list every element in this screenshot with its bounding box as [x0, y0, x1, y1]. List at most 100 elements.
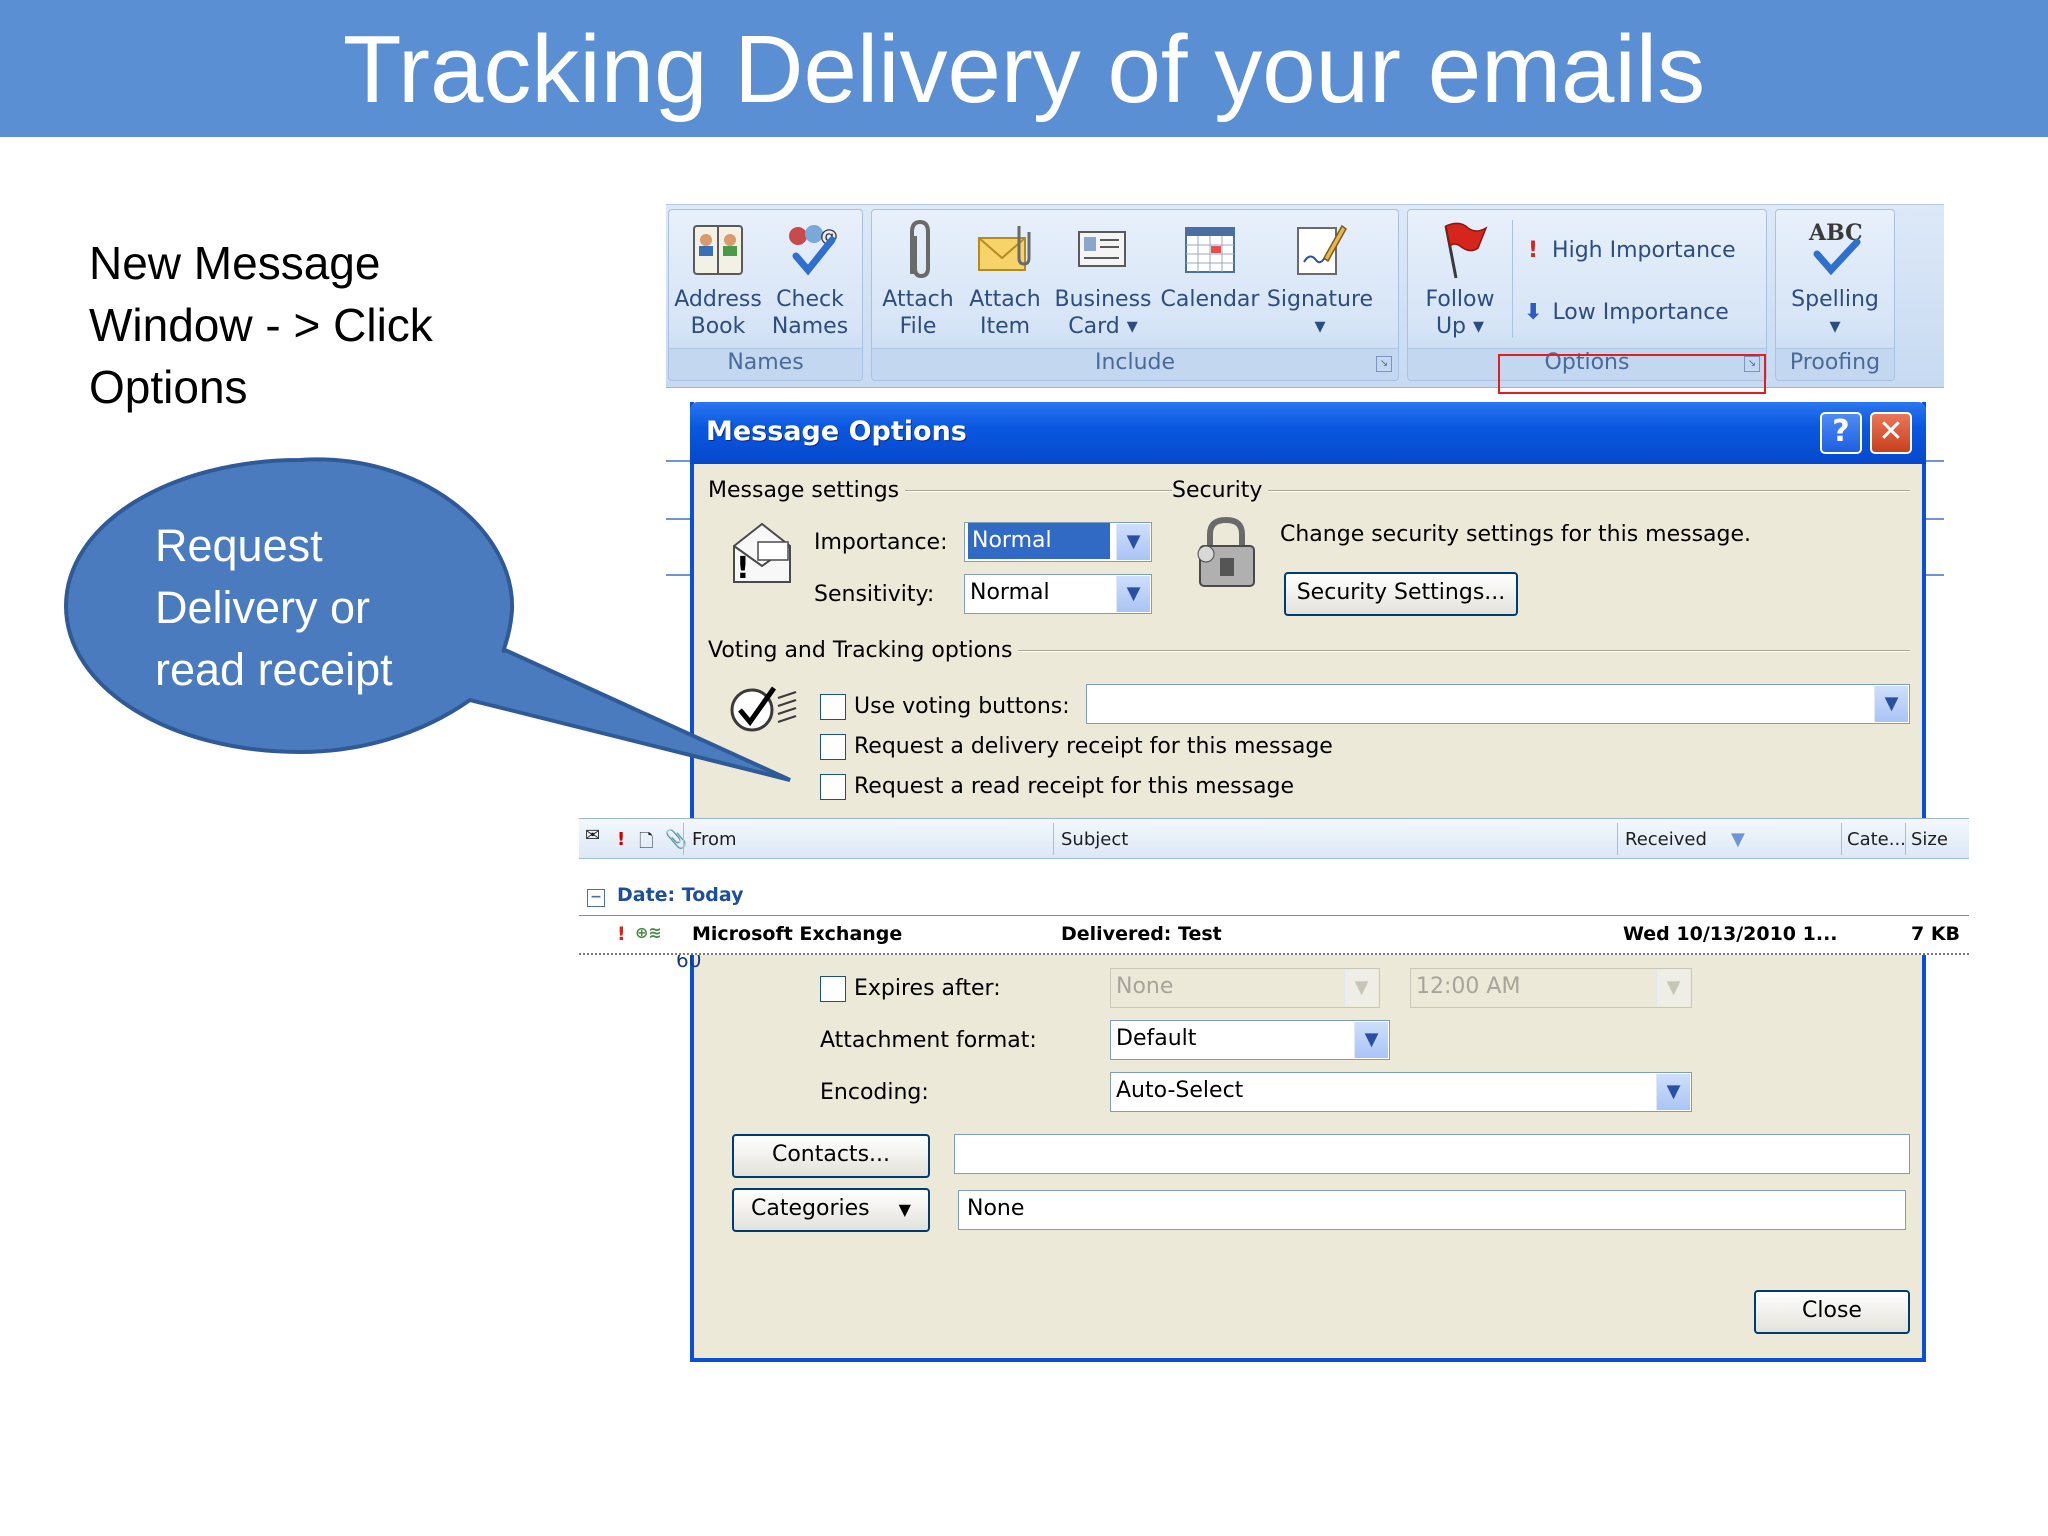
attach-file-label-2: File [899, 314, 937, 339]
attachment-column-icon: 📎 [665, 829, 688, 850]
date-group-row[interactable]: − Date: Today [587, 884, 744, 907]
spelling-label-2: ▾ [1829, 314, 1841, 339]
document-icon: 🗋 [639, 831, 654, 852]
contacts-button[interactable]: Contacts... [732, 1134, 930, 1178]
message-subject: Delivered: Test [1061, 923, 1222, 945]
close-button[interactable]: Close [1754, 1290, 1910, 1334]
business-card-label-1: Business [1054, 287, 1152, 312]
note-line: Options [89, 361, 248, 413]
column-received[interactable]: Received [1625, 829, 1707, 850]
dialog-titlebar[interactable]: Message Options ? ✕ [690, 402, 1926, 464]
chevron-down-icon: ▼ [1116, 576, 1150, 612]
inbox-strip: ✉ ! 🗋 📎 From Subject Received ▼ Cate... … [579, 818, 1969, 955]
slide-header: Tracking Delivery of your emails [0, 0, 2048, 137]
envelope-icon: ✉ [585, 825, 601, 846]
slide-title: Tracking Delivery of your emails [342, 16, 1706, 123]
column-separator [1841, 823, 1842, 855]
expires-checkbox[interactable] [820, 976, 846, 1002]
help-button[interactable]: ? [1820, 412, 1862, 454]
attach-item-button[interactable]: Attach Item [962, 218, 1048, 340]
caret-down-icon: ▼ [898, 1200, 911, 1219]
importance-select[interactable]: Normal ▼ [964, 522, 1152, 562]
sensitivity-label: Sensitivity: [814, 582, 935, 607]
exclamation-icon: ! [1528, 238, 1539, 263]
message-from: Microsoft Exchange [692, 923, 903, 945]
use-voting-label: Use voting buttons: [854, 694, 1070, 719]
down-arrow-icon: ⬇ [1524, 300, 1543, 325]
categories-label: Categories [751, 1196, 870, 1221]
follow-up-button[interactable]: Follow Up ▾ [1412, 218, 1508, 340]
signature-button[interactable]: Signature ▾ [1264, 218, 1376, 340]
high-importance-button[interactable]: ! High Importance [1528, 236, 1736, 266]
instruction-note: New Message Window - > Click Options [89, 232, 519, 418]
address-book-button[interactable]: Address Book [673, 218, 763, 340]
chevron-down-icon: ▼ [1116, 524, 1150, 560]
attachment-format-select[interactable]: Default ▼ [1110, 1020, 1390, 1060]
calendar-button[interactable]: Calendar [1158, 218, 1262, 313]
chevron-down-icon: ▼ [1656, 970, 1690, 1006]
column-size[interactable]: Size [1911, 829, 1948, 850]
sensitivity-value: Normal [970, 580, 1050, 605]
spelling-label-1: Spelling [1791, 287, 1879, 312]
column-separator [1617, 823, 1618, 855]
column-categories[interactable]: Cate... [1847, 829, 1906, 850]
column-subject[interactable]: Subject [1061, 829, 1128, 850]
check-names-icon: @ [789, 225, 838, 276]
ribbon-group-include: Attach File Attach Item Business Card ▾ [871, 209, 1399, 381]
chevron-down-icon: ▼ [1656, 1074, 1690, 1110]
collapse-icon[interactable]: − [587, 889, 605, 907]
voting-heading: Voting and Tracking options [708, 638, 1019, 663]
attach-item-label-1: Attach [969, 287, 1041, 312]
importance-column-icon: ! [617, 829, 626, 850]
attach-file-button[interactable]: Attach File [876, 218, 960, 340]
attach-item-label-2: Item [979, 314, 1031, 339]
categories-button[interactable]: Categories ▼ [732, 1188, 930, 1232]
padlock-icon [1197, 516, 1255, 587]
spelling-button[interactable]: ABC Spelling ▾ [1782, 218, 1888, 340]
proofing-group-label: Proofing [1776, 348, 1894, 376]
expires-date-select[interactable]: None ▼ [1110, 968, 1380, 1008]
column-from[interactable]: From [692, 829, 737, 850]
encoding-select[interactable]: Auto-Select ▼ [1110, 1072, 1692, 1112]
column-separator [1905, 823, 1906, 855]
note-line: New Message [89, 237, 381, 289]
message-row[interactable]: ! ⊕≋ Microsoft Exchange Delivered: Test … [579, 915, 1969, 953]
underlay-rule [1924, 574, 1944, 576]
expires-time-select[interactable]: 12:00 AM ▼ [1410, 968, 1692, 1008]
contacts-field[interactable] [954, 1134, 1910, 1174]
read-receipt-checkbox[interactable] [820, 774, 846, 800]
column-separator [1053, 823, 1054, 855]
security-settings-button[interactable]: Security Settings... [1284, 572, 1518, 616]
underlay-rule [1924, 518, 1944, 520]
date-group-label: Date: Today [617, 884, 744, 906]
business-card-button[interactable]: Business Card ▾ [1050, 218, 1156, 340]
signature-label-2: ▾ [1314, 314, 1326, 339]
use-voting-checkbox[interactable] [820, 694, 846, 720]
categories-field[interactable]: None [958, 1190, 1906, 1230]
sensitivity-select[interactable]: Normal ▼ [964, 574, 1152, 614]
include-dialog-launcher[interactable]: ↘ [1376, 356, 1392, 372]
delivery-receipt-checkbox[interactable] [820, 734, 846, 760]
divider [1254, 490, 1910, 492]
flag-icon [1444, 222, 1488, 279]
attachment-format-label: Attachment format: [820, 1028, 1037, 1053]
close-x-button[interactable]: ✕ [1870, 412, 1912, 454]
names-group-label: Names [669, 348, 862, 376]
message-received: Wed 10/13/2010 1... [1623, 923, 1838, 945]
voting-buttons-select[interactable]: ▼ [1086, 684, 1910, 724]
ribbon-group-names: Address Book @ Check Names Names [668, 209, 863, 381]
check-names-button[interactable]: @ Check Names [765, 218, 855, 340]
read-receipt-label: Request a read receipt for this message [854, 774, 1295, 799]
low-importance-button[interactable]: ⬇ Low Importance [1524, 298, 1729, 328]
options-highlight-box [1498, 354, 1766, 394]
delivered-icon: ⊕≋ [635, 923, 662, 942]
divider [1002, 650, 1910, 652]
message-settings-heading: Message settings [708, 478, 906, 503]
paperclip-icon [910, 219, 930, 279]
follow-up-label-1: Follow [1425, 287, 1495, 312]
delivery-receipt-label: Request a delivery receipt for this mess… [854, 734, 1333, 759]
security-description: Change security settings for this messag… [1280, 522, 1752, 547]
note-line: Window - > Click [89, 299, 433, 351]
importance-value: Normal [968, 523, 1110, 559]
calendar-label-1: Calendar [1160, 287, 1260, 312]
